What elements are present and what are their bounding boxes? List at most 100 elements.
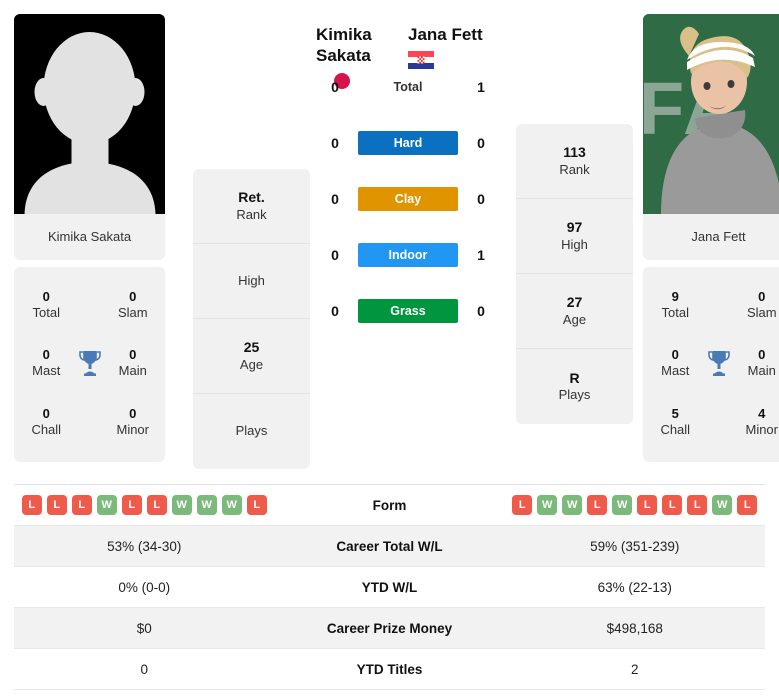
h2h-left-count: 0	[331, 134, 339, 151]
surface-badge-indoor[interactable]: Indoor	[358, 242, 458, 267]
left-titles-minor: 0 Minor	[116, 405, 149, 437]
left-player-info-column: Ret. Rank High 25 Age Plays	[193, 169, 310, 469]
right-form-badge[interactable]: L	[637, 495, 658, 515]
trophy-icon-glyph	[78, 351, 101, 377]
left-player-photo-name: Kimika Sakata	[14, 214, 165, 260]
stat-row-label: Career Total W/L	[336, 538, 443, 554]
h2h-left-count: 0	[331, 302, 339, 319]
surface-badge-hard[interactable]: Hard	[358, 130, 458, 155]
right-titles-slam: 0 Slam	[746, 288, 777, 321]
left-form-badge[interactable]: W	[221, 495, 242, 515]
right-form-badge[interactable]: L	[587, 495, 608, 515]
right-stat-value: 63% (22-13)	[597, 579, 672, 595]
stat-row-label: YTD W/L	[361, 579, 418, 595]
right-form-badge[interactable]: L	[662, 495, 683, 515]
surface-badge-clay[interactable]: Clay	[358, 186, 458, 211]
left-info-rank: Ret. Rank	[193, 169, 310, 244]
left-form-badge[interactable]: L	[71, 495, 92, 515]
stats-table: LLLWLLWWWL Form LWWLWLLLWL 53% (34-30) C…	[14, 484, 765, 690]
right-stat-value: 59% (351-239)	[590, 538, 680, 554]
left-form-badge[interactable]: L	[46, 495, 67, 515]
right-titles-mast: 0 Mast	[661, 347, 690, 379]
right-titles-total: 9 Total	[661, 288, 689, 321]
left-stat-value: $0	[136, 620, 152, 636]
right-form-strip: LWWLWLLLWL	[505, 495, 766, 515]
right-info-plays: R Plays	[558, 369, 591, 403]
trophy-icon	[702, 349, 736, 377]
table-row-form: LLLWLLWWWL Form LWWLWLLLWL	[14, 485, 765, 526]
left-form-badge[interactable]: W	[196, 495, 217, 515]
croatia-flag-icon	[408, 51, 434, 70]
h2h-right-count: 0	[477, 190, 485, 207]
table-row-ytd-titles: 0 YTD Titles 2	[14, 649, 765, 690]
h2h-comparison-page: Kimika Sakata 0 Total 0 Slam 0 Mast 0 Ma…	[0, 0, 779, 699]
h2h-left-count: 0	[331, 190, 339, 207]
h2h-right-count: 1	[477, 78, 485, 95]
left-form-cell: LLLWLLWWWL	[14, 495, 275, 515]
h2h-left-count: 0	[331, 246, 339, 263]
left-form-badge[interactable]: W	[171, 495, 192, 515]
left-info-high: High	[193, 244, 310, 319]
h2h-row-clay: 0 Clay 0	[322, 171, 494, 227]
left-stat-value: 0	[140, 661, 148, 677]
right-form-badge[interactable]: W	[712, 495, 733, 515]
left-info-plays: Plays	[235, 423, 268, 439]
svg-text:F: F	[643, 67, 684, 150]
right-player-titles-card: 9 Total 0 Slam 0 Mast 0 Main 5 Chall 4 M…	[643, 267, 779, 462]
stat-row-label: YTD Titles	[356, 661, 423, 677]
left-titles-slam: 0 Slam	[117, 288, 148, 321]
right-form-badge[interactable]: W	[537, 495, 558, 515]
right-form-badge[interactable]: L	[737, 495, 758, 515]
h2h-row-grass: 0 Grass 0	[322, 283, 494, 339]
trophy-icon	[73, 349, 107, 377]
left-player-photo-card[interactable]: Kimika Sakata	[14, 14, 165, 260]
left-player-column: Kimika Sakata 0 Total 0 Slam 0 Mast 0 Ma…	[14, 14, 165, 462]
left-titles-main: 0 Main	[118, 347, 147, 379]
right-info-rank: 113 Rank	[516, 124, 633, 199]
right-form-badge[interactable]: W	[562, 495, 583, 515]
left-player-titles-card: 0 Total 0 Slam 0 Mast 0 Main 0 Chall 0 M…	[14, 267, 165, 462]
right-player-photo: A F	[643, 14, 779, 214]
table-row-prize-money: $0 Career Prize Money $498,168	[14, 608, 765, 649]
surface-badge-grass[interactable]: Grass	[358, 298, 458, 323]
left-form-badge[interactable]: L	[246, 495, 267, 515]
h2h-row-indoor: 0 Indoor 1	[322, 227, 494, 283]
h2h-row-hard: 0 Hard 0	[322, 115, 494, 171]
right-player-info-column: 113 Rank 97 High 27 Age R Plays	[516, 124, 633, 424]
left-form-badge[interactable]: W	[96, 495, 117, 515]
player-photo-illustration: A F	[643, 14, 779, 214]
right-form-badge[interactable]: W	[612, 495, 633, 515]
stat-row-label: Career Prize Money	[326, 620, 453, 636]
left-form-badge[interactable]: L	[146, 495, 167, 515]
h2h-surface-label: Total	[393, 79, 423, 94]
right-info-high: 97 High	[516, 199, 633, 274]
right-info-age: 27 Age	[516, 274, 633, 349]
left-info-age: 25 Age	[193, 319, 310, 394]
left-form-badge[interactable]: L	[121, 495, 142, 515]
h2h-center-column: Kimika Sakata Jana Fett 0 Total 1 0 Hard…	[310, 14, 506, 339]
table-row-ytd-wl: 0% (0-0) YTD W/L 63% (22-13)	[14, 567, 765, 608]
left-titles-mast: 0 Mast	[32, 347, 61, 379]
right-titles-main: 0 Main	[747, 347, 776, 379]
avatar-placeholder-icon	[24, 32, 155, 214]
left-form-strip: LLLWLLWWWL	[14, 495, 275, 515]
trophy-icon-glyph	[707, 351, 730, 377]
right-titles-chall: 5 Chall	[660, 405, 691, 437]
croatia-checkerboard-arms	[417, 56, 425, 64]
left-stat-value: 0% (0-0)	[118, 579, 171, 595]
right-stat-value: $498,168	[606, 620, 663, 636]
right-player-photo-name: Jana Fett	[643, 214, 779, 260]
left-titles-total: 0 Total	[32, 288, 60, 321]
form-row-label: Form	[372, 497, 407, 513]
table-row-career-wl: 53% (34-30) Career Total W/L 59% (351-23…	[14, 526, 765, 567]
right-titles-minor: 4 Minor	[745, 405, 778, 437]
left-player-photo	[14, 14, 165, 214]
left-titles-chall: 0 Chall	[31, 405, 62, 437]
right-form-badge[interactable]: L	[512, 495, 533, 515]
right-form-badge[interactable]: L	[687, 495, 708, 515]
right-player-column: A F Jana Fett	[643, 14, 779, 462]
right-player-name: Jana Fett	[408, 25, 483, 44]
left-form-badge[interactable]: L	[21, 495, 42, 515]
top-section: Kimika Sakata 0 Total 0 Slam 0 Mast 0 Ma…	[0, 0, 779, 470]
right-player-photo-card[interactable]: A F Jana Fett	[643, 14, 779, 260]
